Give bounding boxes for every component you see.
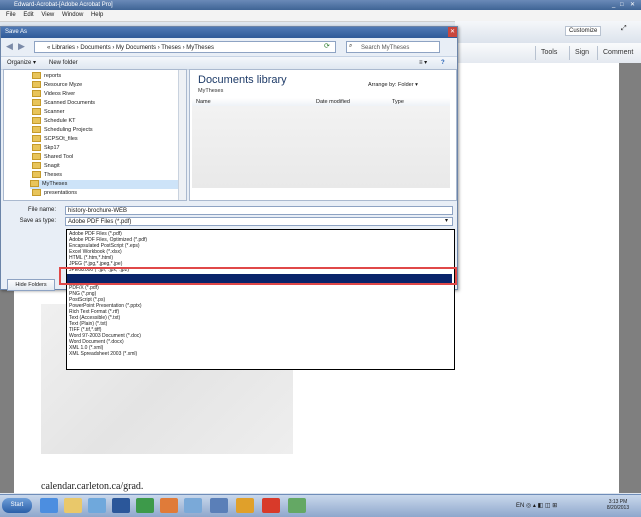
search-input[interactable]: Search MyTheses	[346, 41, 440, 53]
nav-item[interactable]: Shared Tool	[32, 153, 73, 162]
file-list-pane: Documents library MyTheses Arrange by: F…	[189, 69, 457, 201]
folder-icon	[32, 72, 41, 80]
minimize-icon[interactable]: _	[612, 0, 615, 10]
document-caption: calendar.carleton.ca/grad.	[41, 481, 144, 492]
column-name[interactable]: Name	[196, 98, 211, 106]
publisher-icon[interactable]	[136, 498, 154, 513]
nav-item[interactable]: Snagit	[32, 162, 60, 171]
menu-edit[interactable]: Edit	[23, 12, 33, 18]
library-title: Documents library	[198, 74, 287, 86]
customize-button[interactable]: Customize	[565, 26, 602, 36]
nav-item[interactable]: Scheduling Projects	[32, 126, 93, 135]
folder-icon	[32, 135, 41, 143]
menu-file[interactable]: File	[6, 12, 16, 18]
chevron-down-icon[interactable]: ▾	[445, 217, 448, 224]
organize-button[interactable]: Organize ▾	[7, 57, 36, 69]
navigation-pane: reports Resource Myze Videos River Scann…	[3, 69, 187, 201]
nav-item-selected[interactable]: MyTheses	[30, 180, 180, 189]
folder-icon	[32, 144, 41, 152]
chrome-icon[interactable]	[236, 498, 254, 513]
folder-icon	[30, 180, 39, 188]
start-button[interactable]: Start	[2, 498, 32, 513]
ie-icon[interactable]	[40, 498, 58, 513]
dialog-title: Save As	[5, 29, 28, 35]
folder-icon	[32, 171, 41, 179]
folder-icon	[32, 153, 41, 161]
folder-icon	[32, 117, 41, 125]
nav-item[interactable]: Theses	[32, 171, 62, 180]
word-icon[interactable]	[112, 498, 130, 513]
clock[interactable]: 3:13 PM 8/20/2013	[600, 499, 636, 511]
library-subtitle: MyTheses	[198, 88, 224, 94]
clock-date: 8/20/2013	[606, 505, 630, 511]
maximize-icon[interactable]: □	[620, 0, 624, 10]
type-option[interactable]: XML Spreadsheet 2003 (*.xml)	[69, 351, 137, 357]
column-date-modified[interactable]: Date modified	[316, 98, 350, 106]
refresh-icon[interactable]: ⟳	[324, 42, 330, 50]
app-toolbar: Customize ⤢	[455, 21, 641, 44]
nav-item[interactable]: Resource Myze	[32, 81, 82, 90]
dialog-close-icon[interactable]: ✕	[448, 27, 457, 37]
nav-item[interactable]: Videos River	[32, 90, 75, 99]
folder-icon	[32, 126, 41, 134]
task-pane-tabs: Tools Sign Comment	[455, 43, 641, 64]
hide-folders-button[interactable]: Hide Folders	[7, 279, 55, 291]
back-icon[interactable]: ◀	[6, 41, 13, 52]
arrange-by-dropdown[interactable]: Arrange by: Folder ▾	[368, 82, 418, 88]
nav-item[interactable]: Schedule KT	[32, 117, 76, 126]
command-bar: Organize ▾ New folder ≡ ▾ ?	[1, 56, 457, 70]
folder-icon	[32, 108, 41, 116]
nav-item[interactable]: Scanned Documents	[32, 99, 95, 108]
menu-window[interactable]: Window	[62, 12, 83, 18]
file-list	[192, 106, 450, 188]
expand-icon[interactable]: ⤢	[621, 25, 627, 33]
save-type-label: Save as type:	[19, 218, 56, 224]
forward-icon[interactable]: ▶	[18, 41, 25, 52]
new-folder-button[interactable]: New folder	[49, 57, 78, 69]
close-icon[interactable]: ✕	[630, 0, 635, 10]
file-name-input[interactable]: history-brochure-WEB	[65, 206, 453, 215]
menu-view[interactable]: View	[41, 12, 54, 18]
tray-icons[interactable]: EN ◎ ▴ ◧ ◫ ⊞	[516, 502, 557, 509]
nav-item[interactable]: reports	[32, 72, 61, 81]
tab-sign[interactable]: Sign	[569, 46, 594, 60]
column-type[interactable]: Type	[392, 98, 404, 106]
file-name-label: File name:	[27, 207, 56, 213]
menu-help[interactable]: Help	[91, 12, 103, 18]
media-icon[interactable]	[88, 498, 106, 513]
folder-icon	[32, 99, 41, 107]
address-bar[interactable]: « Libraries › Documents › My Documents ›…	[34, 41, 336, 53]
network-icon[interactable]	[210, 498, 228, 513]
dialog-title-bar: Save As ✕	[1, 27, 457, 38]
app-title: Edward-Acrobat-[Adobe Acrobat Pro]	[14, 2, 113, 8]
outlook-icon[interactable]	[160, 498, 178, 513]
folder-icon	[32, 90, 41, 98]
search-icon: ⌕	[349, 43, 353, 49]
folder-icon	[32, 162, 41, 170]
save-type-dropdown-list: Adobe PDF Files (*.pdf) Adobe PDF Files,…	[66, 229, 455, 370]
nav-item[interactable]: presentations	[32, 189, 77, 198]
save-type-select[interactable]: Adobe PDF Files (*.pdf)	[65, 217, 453, 226]
snagit-icon[interactable]	[288, 498, 306, 513]
folder-icon	[32, 81, 41, 89]
tab-comment[interactable]: Comment	[597, 46, 638, 60]
nav-scrollbar[interactable]	[178, 70, 186, 200]
address-row: ◀ ▶ « Libraries › Documents › My Documen…	[4, 40, 454, 55]
folder-icon	[32, 189, 41, 197]
explorer-icon[interactable]	[64, 498, 82, 513]
taskbar: Start EN ◎ ▴ ◧ ◫ ⊞ 3:13 PM 8/20/2013	[0, 494, 641, 517]
nav-item[interactable]: SCPSOt_files	[32, 135, 78, 144]
view-options-icon[interactable]: ≡ ▾	[419, 57, 427, 69]
app-title-bar: Edward-Acrobat-[Adobe Acrobat Pro] _ □ ✕	[0, 0, 641, 10]
acrobat-icon[interactable]	[262, 498, 280, 513]
app-icon[interactable]	[184, 498, 202, 513]
highlight-box	[59, 267, 457, 285]
nav-item[interactable]: Scanner	[32, 108, 65, 117]
help-icon[interactable]: ?	[441, 57, 445, 69]
nav-item[interactable]: Skp17	[32, 144, 60, 153]
tab-tools[interactable]: Tools	[535, 46, 562, 60]
